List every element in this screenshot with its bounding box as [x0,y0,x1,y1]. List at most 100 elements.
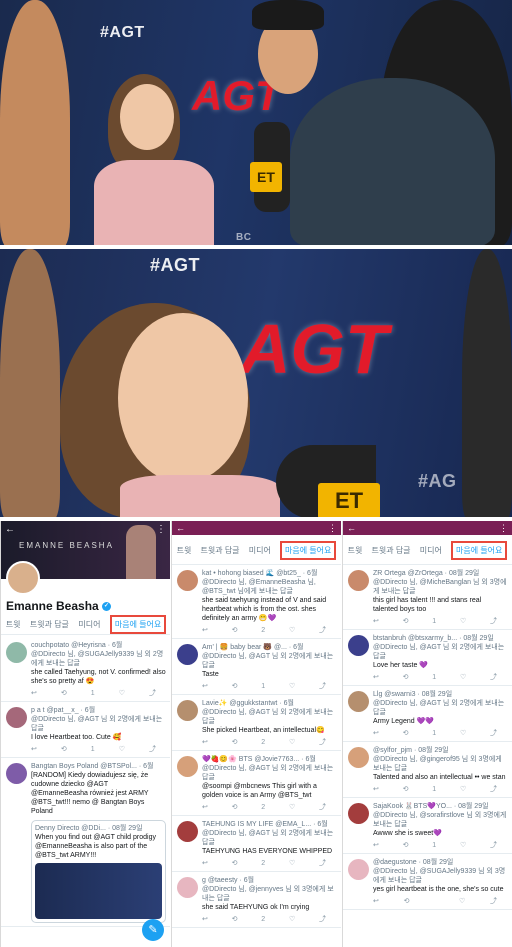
retweet-icon[interactable]: ⟲ [232,859,238,868]
share-icon[interactable]: ⤴ [319,626,326,635]
retweet-icon[interactable]: ⟲ [61,689,67,698]
share-icon[interactable]: ⤴ [319,738,326,747]
like-icon[interactable]: ♡ [459,897,465,906]
tweet-item[interactable]: couchpotato @Heyrisna · 6월 @DDirecto 님, … [1,637,170,702]
quoted-tweet[interactable]: Denny Directo @DDi... · 08월 29일 When you… [31,820,166,923]
avatar[interactable] [348,691,369,712]
tweet-item[interactable]: Bangtan Boys Poland @BTSPol... · 6월 [RAN… [1,758,170,927]
reply-icon[interactable]: ↩ [31,745,37,754]
tab-media[interactable]: 미디어 [78,619,100,630]
reply-icon[interactable]: ↩ [202,682,208,691]
retweet-icon[interactable]: ⟲ [232,626,238,635]
tweet-item[interactable]: ZR Ortega @ZrOrtega · 08월 29일 @DDirecto 님… [343,565,512,630]
tweet-item[interactable]: Am' | 🍔 baby bear 🐻 @... · 6월 @DDirecto 님… [172,639,341,695]
tab-tweets[interactable]: 트윗 [6,619,21,630]
avatar[interactable] [348,859,369,880]
like-icon[interactable]: ♡ [460,785,466,794]
like-icon[interactable]: ♡ [289,682,295,691]
share-icon[interactable]: ⤴ [319,859,326,868]
reply-icon[interactable]: ↩ [373,673,379,682]
share-icon[interactable]: ⤴ [319,915,326,924]
share-icon[interactable]: ⤴ [490,729,497,738]
tweet-item[interactable]: Llg @swarni3 · 08월 29일 @DDirecto 님, @AGT … [343,686,512,742]
more-icon[interactable]: ⋮ [328,523,337,534]
like-icon[interactable]: ♡ [289,859,295,868]
reply-icon[interactable]: ↩ [373,785,379,794]
compose-tweet-button[interactable]: ✎ [142,919,164,941]
retweet-icon[interactable]: ⟲ [403,841,409,850]
back-arrow-icon[interactable]: ← [176,523,185,533]
share-icon[interactable]: ⤴ [319,682,326,691]
retweet-icon[interactable]: ⟲ [404,897,410,906]
like-icon[interactable]: ♡ [119,689,125,698]
retweet-icon[interactable]: ⟲ [403,785,409,794]
like-icon[interactable]: ♡ [289,803,295,812]
tab-likes[interactable]: 마음에 들어요 [451,540,508,560]
retweet-icon[interactable]: ⟲ [232,915,238,924]
like-icon[interactable]: ♡ [289,915,295,924]
avatar[interactable] [348,803,369,824]
share-icon[interactable]: ⤴ [490,897,497,906]
avatar[interactable] [348,747,369,768]
more-icon[interactable]: ⋮ [156,524,166,535]
retweet-icon[interactable]: ⟲ [403,617,409,626]
reply-icon[interactable]: ↩ [202,915,208,924]
share-icon[interactable]: ⤴ [490,785,497,794]
tab-likes[interactable]: 마음에 들어요 [109,615,167,634]
retweet-icon[interactable]: ⟲ [232,803,238,812]
reply-icon[interactable]: ↩ [373,841,379,850]
tab-tweets[interactable]: 트윗 [348,545,363,556]
tweet-item[interactable]: @sylfor_pjm · 08월 29일 @DDirecto 님, @ginge… [343,742,512,798]
reply-icon[interactable]: ↩ [202,859,208,868]
like-icon[interactable]: ♡ [460,841,466,850]
tweet-item[interactable]: Lavie✨ @ggukkstantwt · 6월 @DDirecto 님, @A… [172,695,341,751]
reply-icon[interactable]: ↩ [202,626,208,635]
like-icon[interactable]: ♡ [119,745,125,754]
retweet-icon[interactable]: ⟲ [232,738,238,747]
reply-icon[interactable]: ↩ [373,617,379,626]
tweet-item[interactable]: TAEHUNG IS MY LIFE @EMA_L... · 6월 @DDirec… [172,816,341,872]
share-icon[interactable]: ⤴ [490,841,497,850]
avatar[interactable] [348,570,369,591]
share-icon[interactable]: ⤴ [319,803,326,812]
profile-avatar[interactable] [6,561,40,595]
retweet-icon[interactable]: ⟲ [403,729,409,738]
avatar[interactable] [177,570,198,591]
tab-likes[interactable]: 마음에 들어요 [280,540,337,560]
quoted-media-thumbnail[interactable] [35,863,162,919]
share-icon[interactable]: ⤴ [490,617,497,626]
avatar[interactable] [177,700,198,721]
more-icon[interactable]: ⋮ [499,523,508,534]
reply-icon[interactable]: ↩ [373,729,379,738]
avatar[interactable] [177,756,198,777]
avatar[interactable] [177,821,198,842]
retweet-icon[interactable]: ⟲ [61,745,67,754]
avatar[interactable] [348,635,369,656]
share-icon[interactable]: ⤴ [149,689,156,698]
avatar[interactable] [6,707,27,728]
retweet-icon[interactable]: ⟲ [403,673,409,682]
tweet-item[interactable]: p a t @pat__x_ · 6월 @DDirecto 님, @AGT 님 … [1,702,170,758]
share-icon[interactable]: ⤴ [490,673,497,682]
tab-tweets-replies[interactable]: 트윗과 답글 [372,545,411,556]
tweet-item[interactable]: SajaKook 🐰BTS💜YO... · 08월 29일 @DDirecto 님… [343,798,512,854]
back-arrow-icon[interactable]: ← [347,523,356,533]
tab-media[interactable]: 미디어 [249,545,271,556]
avatar[interactable] [177,644,198,665]
like-icon[interactable]: ♡ [460,673,466,682]
reply-icon[interactable]: ↩ [373,897,379,906]
tab-media[interactable]: 미디어 [420,545,442,556]
tweet-item[interactable]: kat • hohong biased 🌊 @bt25_ · 6월 @DDirec… [172,565,341,639]
avatar[interactable] [6,763,27,784]
tab-tweets-replies[interactable]: 트윗과 답글 [201,545,240,556]
avatar[interactable] [6,642,27,663]
like-icon[interactable]: ♡ [460,617,466,626]
share-icon[interactable]: ⤴ [149,745,156,754]
reply-icon[interactable]: ↩ [31,689,37,698]
tab-tweets[interactable]: 트윗 [177,545,192,556]
tweet-item[interactable]: btstanbruh @btsxarmy_b... · 08월 29일 @DDir… [343,630,512,686]
avatar[interactable] [177,877,198,898]
like-icon[interactable]: ♡ [289,738,295,747]
retweet-icon[interactable]: ⟲ [232,682,238,691]
reply-icon[interactable]: ↩ [202,738,208,747]
